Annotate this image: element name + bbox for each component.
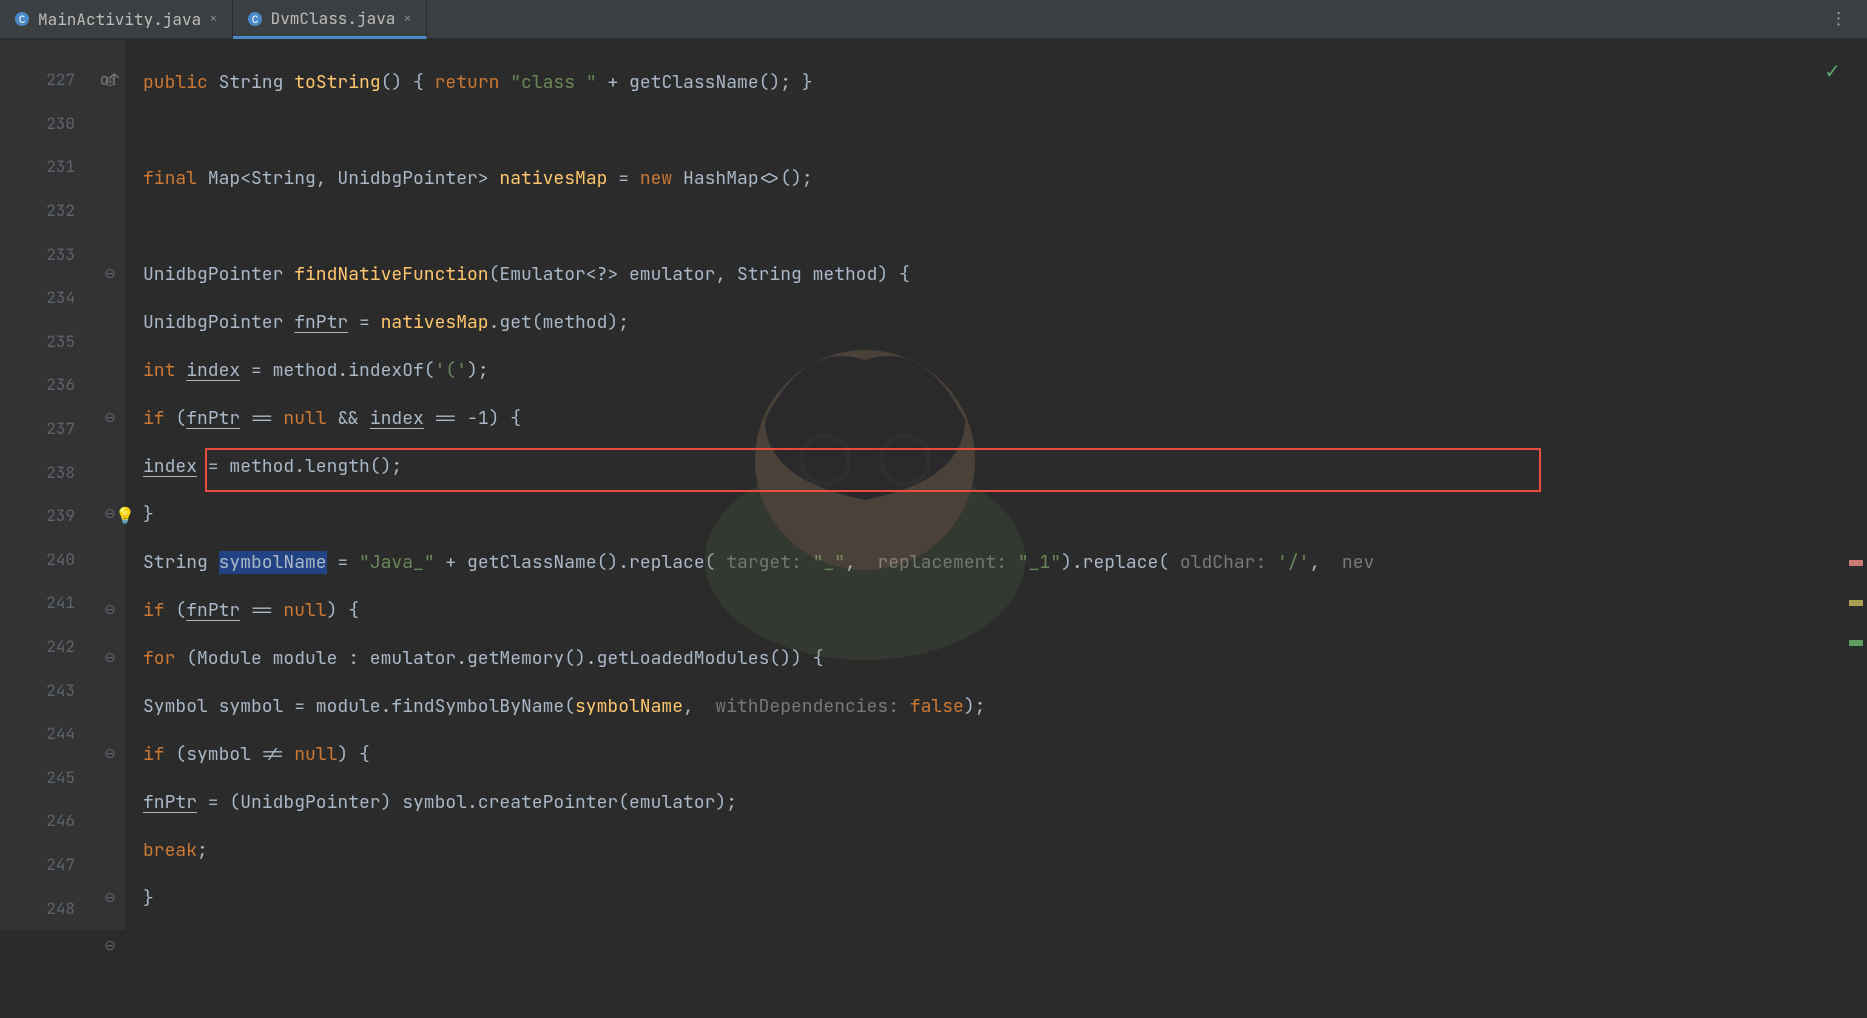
class-icon: C	[247, 11, 263, 27]
code-line[interactable]: fnPtr = (UnidbgPointer) symbol.createPoi…	[143, 778, 1867, 826]
tab-label: MainActivity.java	[38, 9, 201, 30]
line-number: 244	[0, 712, 95, 756]
line-number: 231	[0, 145, 95, 189]
tab-main-activity[interactable]: C MainActivity.java ×	[0, 0, 233, 38]
code-line[interactable]: }	[143, 490, 1867, 538]
fold-icon[interactable]: ⊖	[95, 586, 125, 634]
code-line[interactable]: Symbol symbol = module.findSymbolByName(…	[143, 682, 1867, 730]
fold-icon[interactable]: ⊖	[95, 250, 125, 298]
code-line[interactable]: }	[143, 874, 1867, 922]
line-number: 245	[0, 756, 95, 800]
code-line[interactable]: if (fnPtr == null && index == -1) {	[143, 394, 1867, 442]
line-number: 248	[0, 886, 95, 930]
editor: 227o↑ 230 231 232 233 234 235 236 237 23…	[0, 40, 1867, 930]
code-line[interactable]: for (Module module : emulator.getMemory(…	[143, 634, 1867, 682]
code-line[interactable]	[143, 106, 1867, 154]
fold-icon[interactable]: ⊖	[95, 394, 125, 442]
code-line[interactable]: index = method.length();	[143, 442, 1867, 490]
fold-icon[interactable]: ⊖	[95, 730, 125, 778]
code-line[interactable]: public String toString() { return "class…	[143, 58, 1867, 106]
code-line[interactable]: if (fnPtr == null) {	[143, 586, 1867, 634]
line-number: 239💡	[0, 494, 95, 538]
status-ok-icon[interactable]: ✓	[1824, 58, 1841, 84]
line-number: 240	[0, 538, 95, 582]
line-number: 237	[0, 407, 95, 451]
line-number: 241	[0, 581, 95, 625]
line-number-gutter: 227o↑ 230 231 232 233 234 235 236 237 23…	[0, 40, 95, 930]
scroll-marker[interactable]	[1849, 640, 1863, 646]
line-number: 243	[0, 668, 95, 712]
line-number: 246	[0, 799, 95, 843]
fold-icon[interactable]: ⊖	[95, 874, 125, 922]
line-number: 234	[0, 276, 95, 320]
line-number: 227o↑	[0, 58, 95, 102]
close-icon[interactable]: ×	[209, 10, 217, 28]
override-icon[interactable]: o↑	[100, 69, 119, 90]
code-area[interactable]: public String toString() { return "class…	[125, 40, 1867, 930]
close-icon[interactable]: ×	[403, 10, 411, 28]
line-number: 233	[0, 232, 95, 276]
line-number: 230	[0, 102, 95, 146]
line-number: 232	[0, 189, 95, 233]
code-line[interactable]: UnidbgPointer findNativeFunction(Emulato…	[143, 250, 1867, 298]
fold-icon[interactable]: ⊖	[95, 922, 125, 970]
code-line[interactable]	[143, 202, 1867, 250]
line-number: 236	[0, 363, 95, 407]
svg-text:C: C	[251, 15, 258, 27]
scroll-marker[interactable]	[1849, 560, 1863, 566]
tab-dvm-class[interactable]: C DvmClass.java ×	[233, 1, 427, 39]
svg-text:C: C	[19, 15, 26, 27]
line-number: 235	[0, 320, 95, 364]
code-line[interactable]: break;	[143, 826, 1867, 874]
code-line[interactable]: if (symbol != null) {	[143, 730, 1867, 778]
fold-gutter: ⊕ ⊖ ⊖ ⊖ ⊖ ⊖ ⊖ ⊖ ⊖	[95, 40, 125, 930]
line-number: 242	[0, 625, 95, 669]
line-number: 238	[0, 450, 95, 494]
code-line[interactable]: final Map<String, UnidbgPointer> natives…	[143, 154, 1867, 202]
more-icon[interactable]: ⋮	[1830, 8, 1847, 30]
fold-icon[interactable]: ⊖	[95, 634, 125, 682]
scroll-marker[interactable]	[1849, 600, 1863, 606]
scrollbar[interactable]	[1849, 560, 1863, 680]
code-line[interactable]: }	[143, 922, 1867, 930]
code-line[interactable]: int index = method.indexOf('(');	[143, 346, 1867, 394]
code-line[interactable]: String symbolName = "Java_" + getClassNa…	[143, 538, 1867, 586]
line-number: 247	[0, 843, 95, 887]
tab-label: DvmClass.java	[271, 8, 396, 29]
code-line[interactable]: UnidbgPointer fnPtr = nativesMap.get(met…	[143, 298, 1867, 346]
class-icon: C	[14, 11, 30, 27]
tab-bar: C MainActivity.java × C DvmClass.java × …	[0, 0, 1867, 40]
